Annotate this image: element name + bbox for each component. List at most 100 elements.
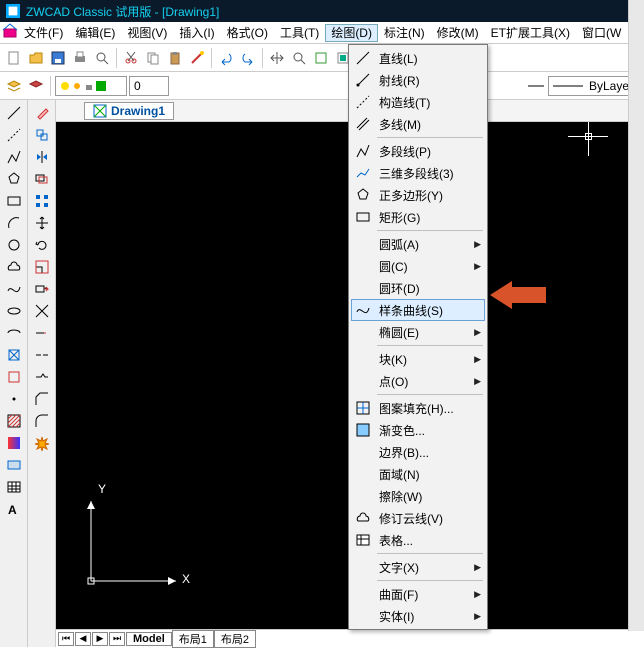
tab-last-icon[interactable]: ⏭ [109,632,125,646]
move-icon[interactable] [32,214,52,232]
menubar-item[interactable]: 文件(F) [18,24,69,42]
menubar-item[interactable]: 格式(O) [221,24,274,42]
cline-tool-icon[interactable] [4,126,24,144]
region-tool-icon[interactable] [4,456,24,474]
erase-icon[interactable] [32,104,52,122]
menu-item[interactable]: 多段线(P) [351,140,485,162]
tool-a-icon[interactable] [311,48,331,68]
menu-item[interactable]: 表格... [351,529,485,551]
menu-item[interactable]: 圆(C)▶ [351,255,485,277]
tab-next-icon[interactable]: ▶ [92,632,108,646]
menubar-item[interactable]: ET扩展工具(X) [485,24,576,42]
match-icon[interactable] [187,48,207,68]
menu-item[interactable]: 圆弧(A)▶ [351,233,485,255]
rect-tool-icon[interactable] [4,192,24,210]
menu-item[interactable]: 渐变色... [351,419,485,441]
menu-item[interactable]: 多线(M) [351,113,485,135]
tab-first-icon[interactable]: ⏮ [58,632,74,646]
menu-item[interactable]: 文字(X)▶ [351,556,485,578]
join-icon[interactable] [32,368,52,386]
menu-item[interactable]: 点(O)▶ [351,370,485,392]
menubar-item[interactable]: 工具(T) [274,24,325,42]
text-tool-icon[interactable]: A [4,500,24,518]
menu-item[interactable]: 样条曲线(S) [351,299,485,321]
copy-icon[interactable] [143,48,163,68]
gradient-tool-icon[interactable] [4,434,24,452]
pan-icon[interactable] [267,48,287,68]
menu-item[interactable]: 射线(R) [351,69,485,91]
menubar-item[interactable]: 插入(I) [173,24,220,42]
preview-icon[interactable] [92,48,112,68]
explode-icon[interactable] [32,434,52,452]
print-icon[interactable] [70,48,90,68]
insert-block-icon[interactable] [4,346,24,364]
menu-item[interactable]: 三维多段线(3) [351,162,485,184]
menu-item[interactable]: 修订云线(V) [351,507,485,529]
copy-obj-icon[interactable] [32,126,52,144]
trim-icon[interactable] [32,302,52,320]
layer-state-field[interactable] [55,76,127,96]
mirror-icon[interactable] [32,148,52,166]
ellipse-arc-tool-icon[interactable] [4,324,24,342]
menu-item[interactable]: 正多边形(Y) [351,184,485,206]
tab-model[interactable]: Model [126,632,172,646]
tab-prev-icon[interactable]: ◀ [75,632,91,646]
pline-tool-icon[interactable] [4,148,24,166]
scale-icon[interactable] [32,258,52,276]
scrollbar-vertical[interactable] [628,0,644,631]
hatch-tool-icon[interactable] [4,412,24,430]
menubar-item[interactable]: 窗口(W [576,24,627,42]
menu-item[interactable]: 直线(L) [351,47,485,69]
home-icon[interactable] [2,23,18,42]
menu-item[interactable]: 图案填充(H)... [351,397,485,419]
menu-item[interactable]: 实体(I)▶ [351,605,485,627]
menu-item[interactable]: 曲面(F)▶ [351,583,485,605]
cut-icon[interactable] [121,48,141,68]
menu-item[interactable]: 面域(N) [351,463,485,485]
open-icon[interactable] [26,48,46,68]
menubar-item[interactable]: 标注(N) [378,24,431,42]
menubar-item[interactable]: 绘图(D) [325,24,378,42]
paste-icon[interactable] [165,48,185,68]
menu-item[interactable]: 边界(B)... [351,441,485,463]
undo-icon[interactable] [216,48,236,68]
layer-name-field[interactable]: 0 [129,76,169,96]
stretch-icon[interactable] [32,280,52,298]
doc-tab-drawing1[interactable]: Drawing1 [84,102,174,120]
make-block-icon[interactable] [4,368,24,386]
arc-tool-icon[interactable] [4,214,24,232]
ellipse-tool-icon[interactable] [4,302,24,320]
menu-item[interactable]: 圆环(D) [351,277,485,299]
linetype-field[interactable]: ByLayer [548,76,640,96]
new-icon[interactable] [4,48,24,68]
circle-tool-icon[interactable] [4,236,24,254]
save-icon[interactable] [48,48,68,68]
chamfer-icon[interactable] [32,390,52,408]
layer-prev-icon[interactable] [26,76,46,96]
menubar-item[interactable]: 视图(V) [121,24,173,42]
menu-item[interactable]: 构造线(T) [351,91,485,113]
menu-item[interactable]: 擦除(W) [351,485,485,507]
break-icon[interactable] [32,346,52,364]
layer-manager-icon[interactable] [4,76,24,96]
line-tool-icon[interactable] [4,104,24,122]
table-tool-icon[interactable] [4,478,24,496]
rotate-icon[interactable] [32,236,52,254]
array-icon[interactable] [32,192,52,210]
polygon-tool-icon[interactable] [4,170,24,188]
menu-item[interactable]: 块(K)▶ [351,348,485,370]
menubar-item[interactable]: 修改(M) [431,24,485,42]
menu-item[interactable]: 椭圆(E)▶ [351,321,485,343]
offset-icon[interactable] [32,170,52,188]
fillet-icon[interactable] [32,412,52,430]
menubar-item[interactable]: 编辑(E) [69,24,121,42]
menu-item[interactable]: 矩形(G) [351,206,485,228]
spline-tool-icon[interactable] [4,280,24,298]
point-tool-icon[interactable] [4,390,24,408]
zoom-icon[interactable] [289,48,309,68]
redo-icon[interactable] [238,48,258,68]
linetype-icon[interactable] [526,76,546,96]
cloud-tool-icon[interactable] [4,258,24,276]
extend-icon[interactable] [32,324,52,342]
tab-layout1[interactable]: 布局1 [172,630,214,648]
